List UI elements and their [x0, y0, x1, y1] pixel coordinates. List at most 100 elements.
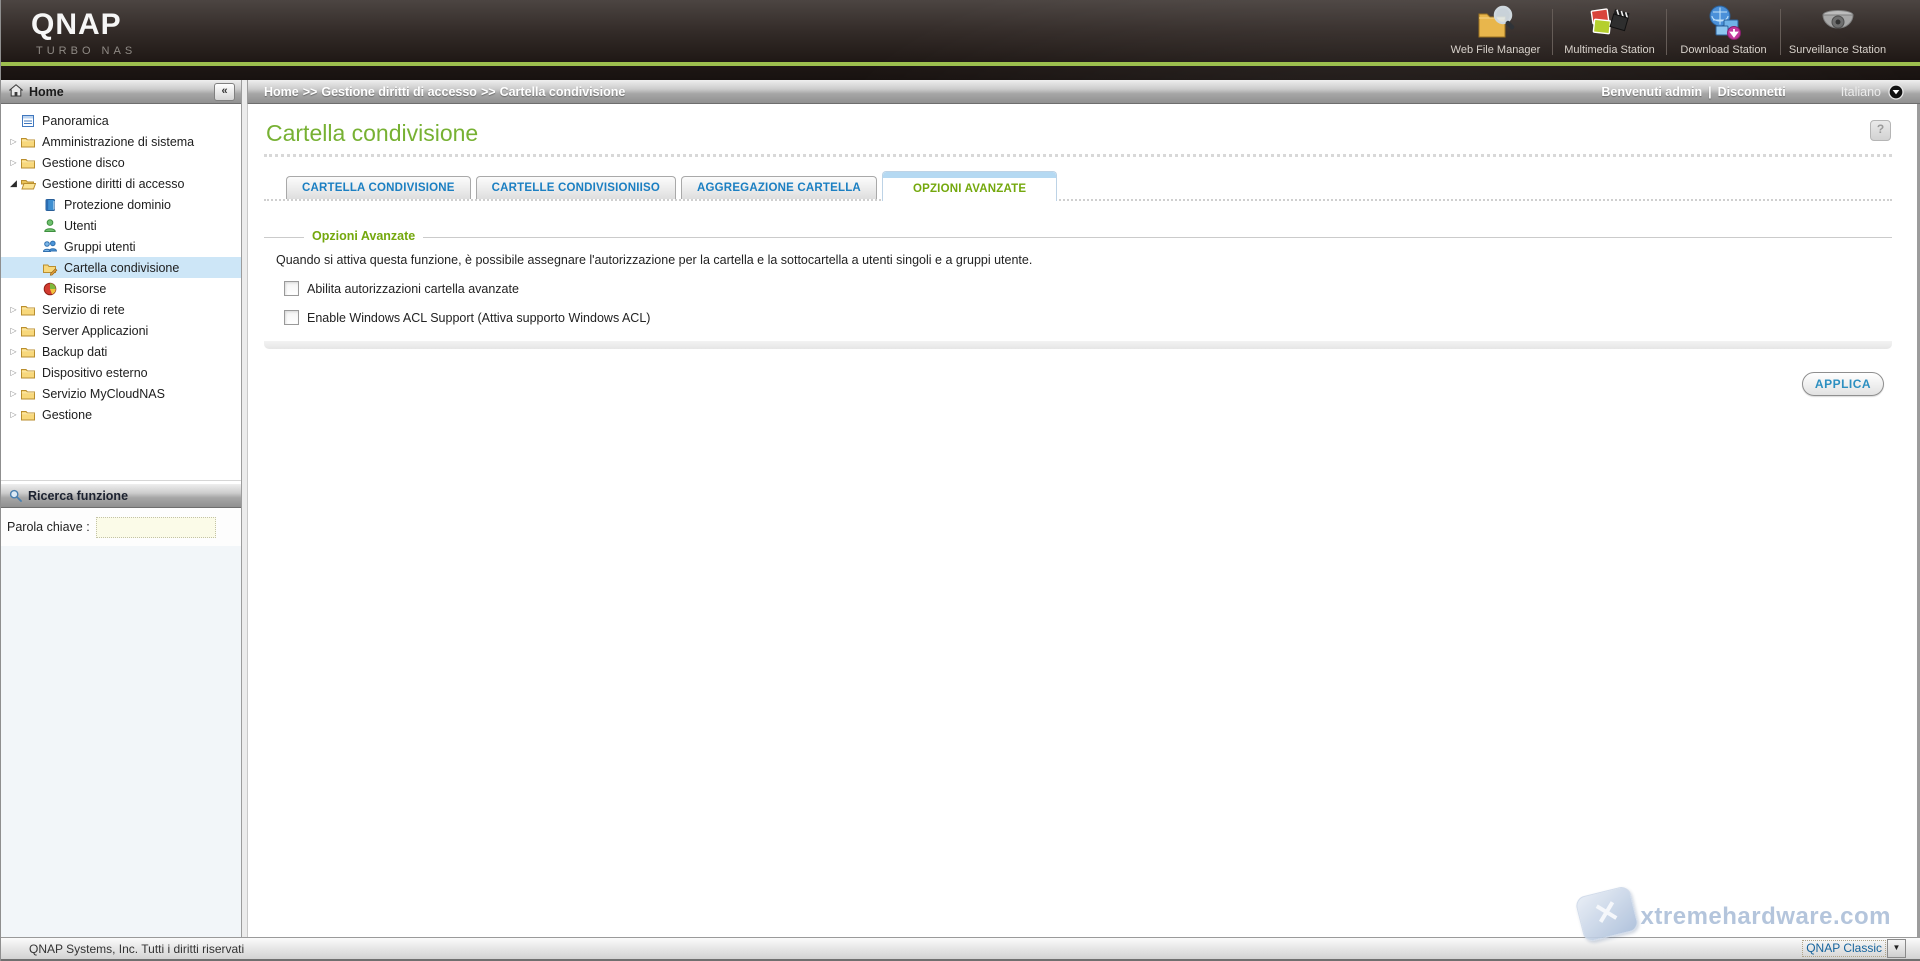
- tab-aggregazione-cartella[interactable]: AGGREGAZIONE CARTELLA: [681, 176, 877, 199]
- breadcrumb-part-gestione-diritti-di-accesso[interactable]: Gestione diritti di accesso: [321, 85, 477, 99]
- welcome-pipe: |: [1708, 85, 1712, 99]
- folder-icon: [20, 134, 37, 150]
- language-label: Italiano: [1841, 85, 1881, 99]
- app-surveillance-station[interactable]: Surveillance Station: [1781, 3, 1894, 59]
- expand-arrow-icon[interactable]: ▷: [7, 368, 20, 377]
- app-launcher: Web File Manager Multimedia Station Downlo…: [1439, 3, 1894, 59]
- expand-arrow-icon[interactable]: ▷: [7, 410, 20, 419]
- sidebar-item-utenti[interactable]: Utenti: [1, 215, 241, 236]
- folder-icon: [20, 365, 37, 381]
- main-content: ? Cartella condivisione CARTELLA CONDIVI…: [248, 104, 1917, 937]
- sidebar-item-gestione-diritti-di-accesso[interactable]: ◢Gestione diritti di accesso: [1, 173, 241, 194]
- keyword-label: Parola chiave :: [7, 520, 90, 534]
- sidebar-item-panoramica[interactable]: Panoramica: [1, 110, 241, 131]
- section-description: Quando si attiva questa funzione, è poss…: [276, 253, 1892, 267]
- tab-opzioni-avanzate[interactable]: OPZIONI AVANZATE: [882, 171, 1057, 201]
- breadcrumb-separator: >>: [481, 85, 496, 99]
- checkbox-enable-windows-acl-support-attiva-supporto-windows-acl[interactable]: [284, 310, 299, 325]
- title-separator: [264, 154, 1892, 157]
- function-search-header[interactable]: Ricerca funzione: [1, 484, 241, 508]
- shared-folder-icon: [42, 260, 59, 276]
- sidebar-item-gestione-disco[interactable]: ▷Gestione disco: [1, 152, 241, 173]
- home-icon: [9, 84, 23, 100]
- app-multimedia-station[interactable]: Multimedia Station: [1553, 3, 1666, 59]
- theme-select-value[interactable]: QNAP Classic: [1802, 940, 1886, 957]
- footer: QNAP Systems, Inc. Tutti i diritti riser…: [1, 937, 1920, 961]
- checkbox-list: Abilita autorizzazioni cartella avanzate…: [264, 281, 1892, 325]
- expand-arrow-icon[interactable]: ▷: [7, 347, 20, 356]
- logo-text: QNAP: [31, 10, 136, 40]
- sidebar-item-label: Amministrazione di sistema: [42, 135, 194, 149]
- advanced-options-fieldset: Opzioni Avanzate Quando si attiva questa…: [264, 237, 1892, 349]
- help-button[interactable]: ?: [1870, 120, 1891, 141]
- sidebar-item-dispositivo-esterno[interactable]: ▷ Dispositivo esterno: [1, 362, 241, 383]
- sidebar-item-gruppi-utenti[interactable]: Gruppi utenti: [1, 236, 241, 257]
- expand-arrow-icon[interactable]: ▷: [7, 305, 20, 314]
- app-label: Download Station: [1680, 44, 1766, 56]
- checkbox-label: Abilita autorizzazioni cartella avanzate: [307, 282, 519, 296]
- folder-icon: [20, 344, 37, 360]
- breadcrumb: Home>>Gestione diritti di accesso>>Carte…: [264, 85, 625, 99]
- sidebar-item-protezione-dominio[interactable]: Protezione dominio: [1, 194, 241, 215]
- breadcrumb-part-home[interactable]: Home: [264, 85, 299, 99]
- panel-divider-top: [241, 80, 248, 104]
- sidebar-item-label: Dispositivo esterno: [42, 366, 148, 380]
- sidebar-item-servizio-mycloudnas[interactable]: ▷ Servizio MyCloudNAS: [1, 383, 241, 404]
- sidebar-item-label: Risorse: [64, 282, 106, 296]
- tab-label: AGGREGAZIONE CARTELLA: [697, 182, 861, 194]
- app-label: Multimedia Station: [1564, 44, 1655, 56]
- keyword-input[interactable]: [96, 517, 216, 538]
- qnap-admin-window: QNAP TURBO NAS Web File Manager Multimedi…: [0, 0, 1920, 961]
- expand-arrow-icon[interactable]: ▷: [7, 326, 20, 335]
- folder-icon: [20, 155, 37, 171]
- collapse-arrow-icon[interactable]: ◢: [7, 178, 20, 189]
- sidebar-item-label: Servizio MyCloudNAS: [42, 387, 165, 401]
- folder-open-icon: [20, 176, 37, 192]
- app-label: Web File Manager: [1451, 44, 1541, 56]
- sidebar-item-servizio-di-rete[interactable]: ▷Servizio di rete: [1, 299, 241, 320]
- tab-cartelle-condivisioniiso[interactable]: CARTELLE CONDIVISIONIISO: [476, 176, 676, 199]
- copyright-text: QNAP Systems, Inc. Tutti i diritti riser…: [29, 942, 244, 956]
- app-download-station[interactable]: Download Station: [1667, 3, 1780, 59]
- sidebar-item-label: Backup dati: [42, 345, 107, 359]
- logo-tagline: TURBO NAS: [36, 45, 136, 57]
- tab-cartella-condivisione[interactable]: CARTELLA CONDIVISIONE: [286, 176, 471, 199]
- sidebar-header: Home «: [1, 80, 241, 104]
- theme-dropdown-button[interactable]: ▼: [1887, 939, 1906, 958]
- resources-icon: [42, 281, 59, 297]
- welcome-text: Benvenuti admin: [1601, 85, 1702, 99]
- download-station-icon: [1703, 3, 1745, 43]
- breadcrumb-separator: >>: [303, 85, 318, 99]
- nav-tree: Panoramica ▷ Amministrazione di sistema ▷Ge…: [1, 104, 241, 481]
- surveillance-station-icon: [1816, 3, 1860, 43]
- sidebar: Panoramica ▷ Amministrazione di sistema ▷Ge…: [1, 104, 241, 937]
- logout-link[interactable]: Disconnetti: [1718, 85, 1786, 99]
- search-icon: [9, 489, 22, 502]
- language-selector[interactable]: Italiano: [1841, 84, 1904, 100]
- body-row: Panoramica ▷ Amministrazione di sistema ▷Ge…: [1, 104, 1920, 937]
- sidebar-collapse-button[interactable]: «: [214, 83, 235, 101]
- expand-arrow-icon[interactable]: ▷: [7, 389, 20, 398]
- folder-icon: [20, 386, 37, 402]
- sidebar-item-backup-dati[interactable]: ▷ Backup dati: [1, 341, 241, 362]
- sidebar-item-gestione[interactable]: ▷Gestione: [1, 404, 241, 425]
- watermark: ✕ xtremehardware.com: [1579, 891, 1891, 937]
- expand-arrow-icon[interactable]: ▷: [7, 158, 20, 167]
- sidebar-item-amministrazione-di-sistema[interactable]: ▷ Amministrazione di sistema: [1, 131, 241, 152]
- expand-arrow-icon[interactable]: ▷: [7, 137, 20, 146]
- sidebar-item-server-applicazioni[interactable]: ▷Server Applicazioni: [1, 320, 241, 341]
- sidebar-item-cartella-condivisione[interactable]: Cartella condivisione: [1, 257, 241, 278]
- sidebar-item-risorse[interactable]: Risorse: [1, 278, 241, 299]
- apply-button[interactable]: APPLICA: [1802, 372, 1884, 396]
- multimedia-station-icon: [1589, 3, 1631, 43]
- book-icon: [42, 197, 59, 213]
- checkbox-abilita-autorizzazioni-cartella-avanzate[interactable]: [284, 281, 299, 296]
- app-web-file-manager[interactable]: Web File Manager: [1439, 3, 1552, 59]
- tab-bar: CARTELLA CONDIVISIONECARTELLE CONDIVISIO…: [264, 169, 1892, 201]
- folder-icon: [20, 323, 37, 339]
- breadcrumb-part-cartella-condivisione[interactable]: Cartella condivisione: [500, 85, 626, 99]
- users-icon: [42, 239, 59, 255]
- theme-selector: QNAP Classic ▼: [1802, 939, 1906, 958]
- apply-row: APPLICA: [264, 372, 1892, 396]
- app-label: Surveillance Station: [1789, 44, 1886, 56]
